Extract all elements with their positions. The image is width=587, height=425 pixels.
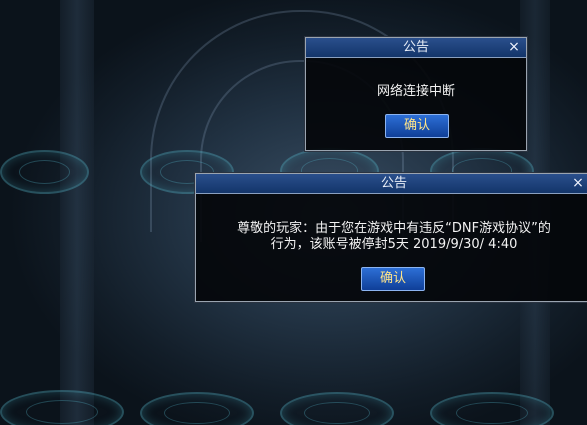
dialog-message: 网络连接中断 — [376, 84, 455, 99]
dialog-title: 公告 — [380, 176, 407, 191]
dialog-titlebar: 公告 × — [306, 38, 526, 58]
rune-circle — [140, 392, 254, 425]
network-disconnect-dialog: 公告 × 网络连接中断 确认 — [305, 37, 527, 151]
ban-notice-dialog: 公告 × 尊敬的玩家：由于您在游戏中有违反“DNF游戏协议”的 行为，该账号被停… — [195, 173, 587, 302]
rune-circle — [0, 390, 124, 425]
rune-circle — [0, 150, 89, 194]
dialog-titlebar: 公告 × — [196, 174, 587, 194]
ban-message-line-1: 尊敬的玩家：由于您在游戏中有违反“DNF游戏协议”的 — [237, 221, 551, 236]
background-pillar-left — [60, 0, 94, 425]
ban-message-line-2: 行为，该账号被停封5天 2019/9/30/ 4:40 — [270, 237, 518, 252]
close-icon[interactable]: × — [506, 39, 522, 55]
close-icon[interactable]: × — [570, 175, 586, 191]
confirm-button[interactable]: 确认 — [361, 267, 425, 291]
dialog-title: 公告 — [402, 40, 429, 55]
rune-circle — [280, 392, 394, 425]
confirm-button[interactable]: 确认 — [385, 114, 449, 138]
